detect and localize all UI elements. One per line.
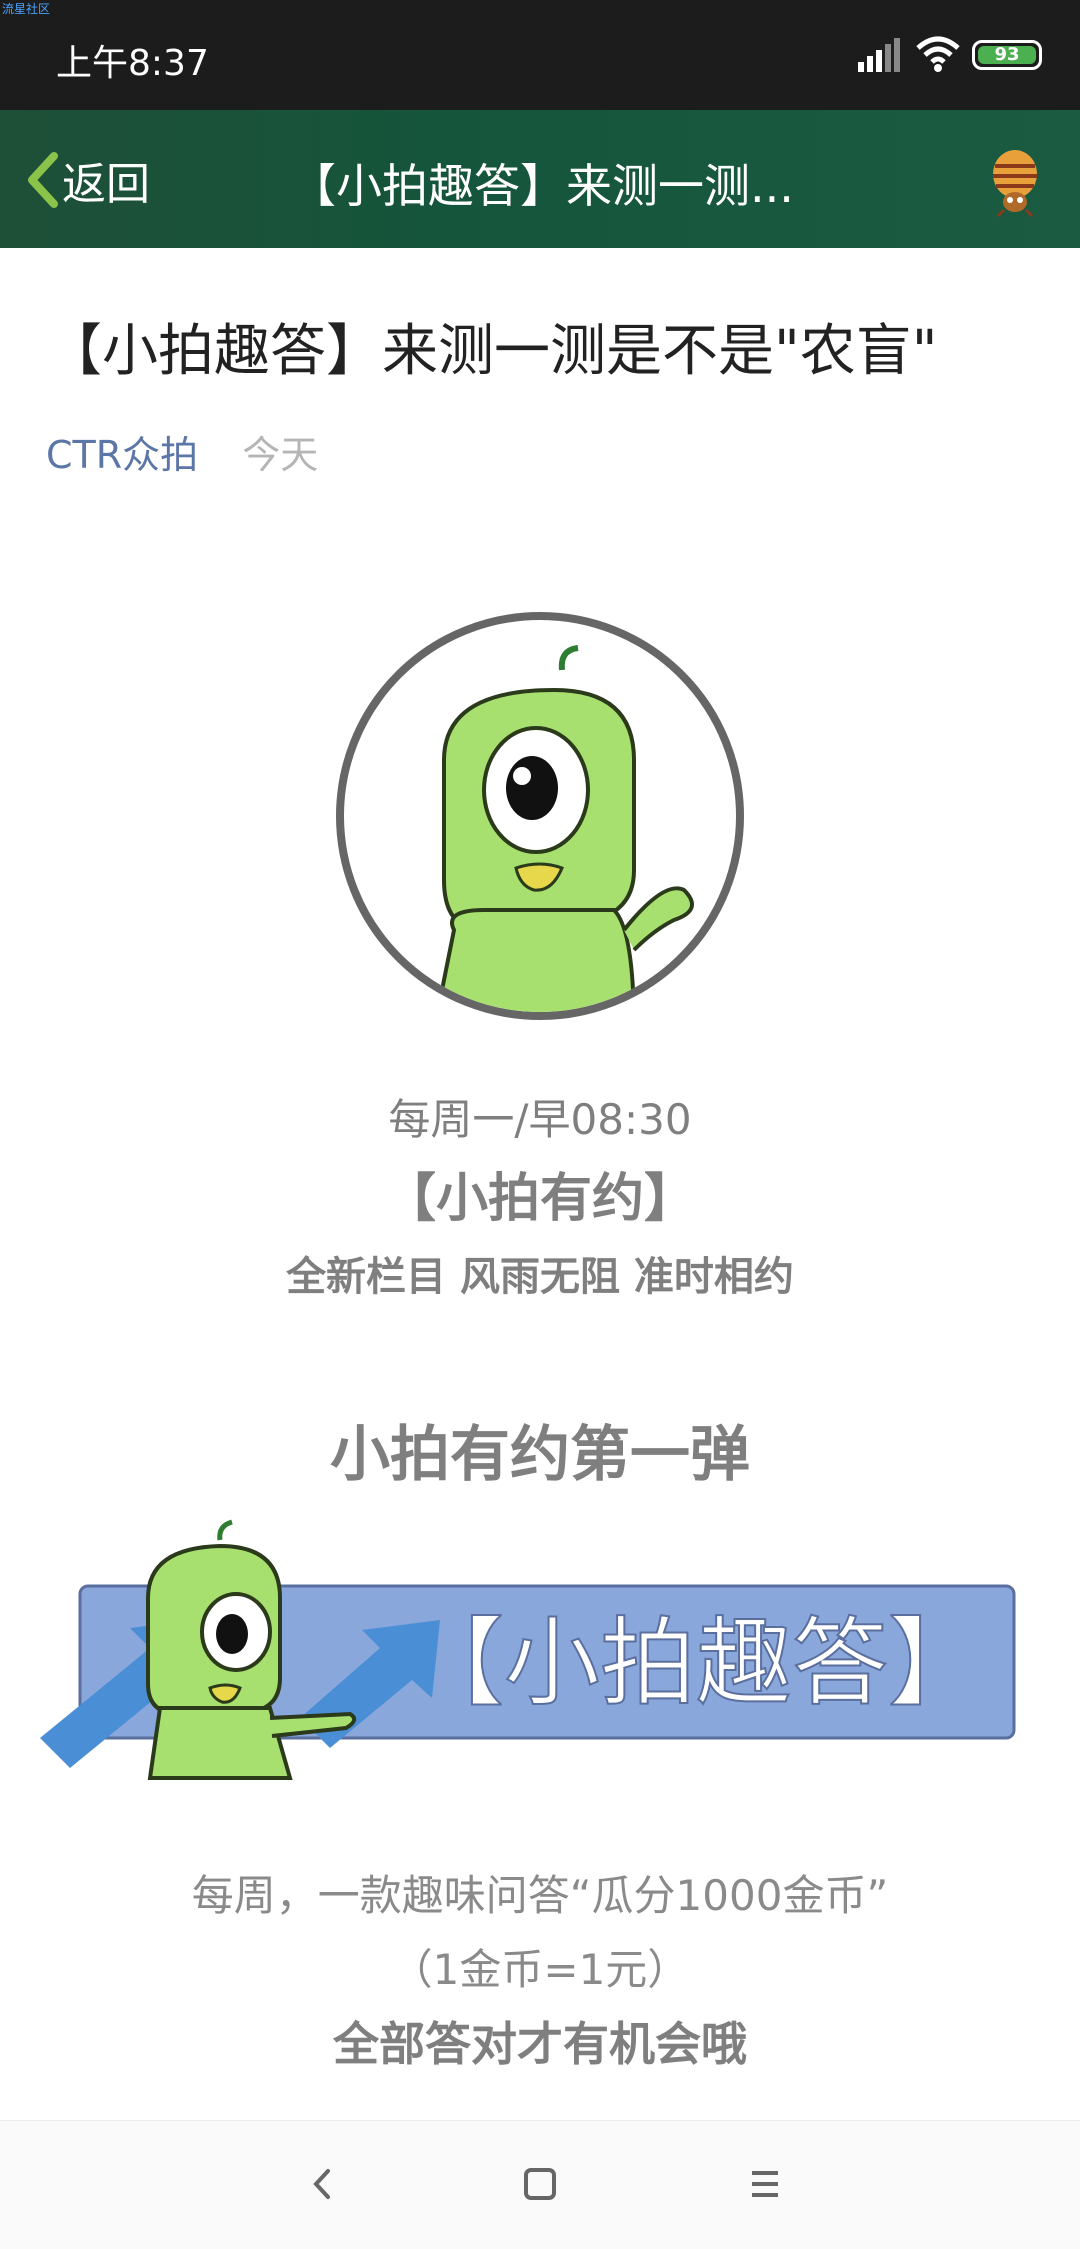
schedule-text: 每周一/早08:30 [388, 1095, 692, 1144]
column-slogan: 全新栏目 风雨无阻 准时相约 [286, 1254, 794, 1300]
publish-date: 今天 [242, 433, 319, 477]
desc-line-2: （1金币=1元） [390, 1945, 690, 1994]
status-time: 上午8:37 [56, 43, 209, 84]
battery-level: 93 [978, 46, 1036, 64]
column-name: 【小拍有约】 [383, 1169, 696, 1229]
page-title: 【小拍趣答】来测一测... [290, 159, 794, 213]
menu-nav-icon[interactable] [740, 2159, 790, 2209]
wifi-icon [916, 36, 960, 72]
back-nav-icon[interactable] [296, 2159, 346, 2209]
back-button[interactable]: 返回 [22, 150, 150, 210]
mascot-avatar-image [336, 612, 744, 1020]
section-heading: 小拍有约第一弹 [330, 1420, 750, 1490]
system-nav-bar [0, 2120, 1080, 2249]
status-bar: 流星社区 上午8:37 93 [0, 0, 1080, 110]
top-bar: 返回 【小拍趣答】来测一测... [0, 110, 1080, 248]
signal-icon [858, 38, 900, 72]
author-link[interactable]: CTR众拍 [46, 433, 198, 477]
article-meta: CTR众拍 今天 [46, 424, 318, 479]
back-label: 返回 [62, 159, 150, 210]
desc-line-3: 全部答对才有机会哦 [333, 2017, 747, 2071]
bee-mascot-icon[interactable] [982, 144, 1048, 218]
battery-icon: 93 [972, 40, 1042, 70]
chevron-left-icon [28, 152, 58, 208]
article-title: 【小拍趣答】来测一测是不是"农盲" [46, 319, 938, 384]
watermark: 流星社区 [2, 2, 51, 16]
quiz-banner-image: 【小拍趣答】 [40, 1519, 1016, 1780]
desc-line-1: 每周，一款趣味问答“瓜分1000金币” [191, 1871, 889, 1920]
home-nav-icon[interactable] [515, 2159, 565, 2209]
banner-text: 【小拍趣答】 [408, 1607, 984, 1719]
